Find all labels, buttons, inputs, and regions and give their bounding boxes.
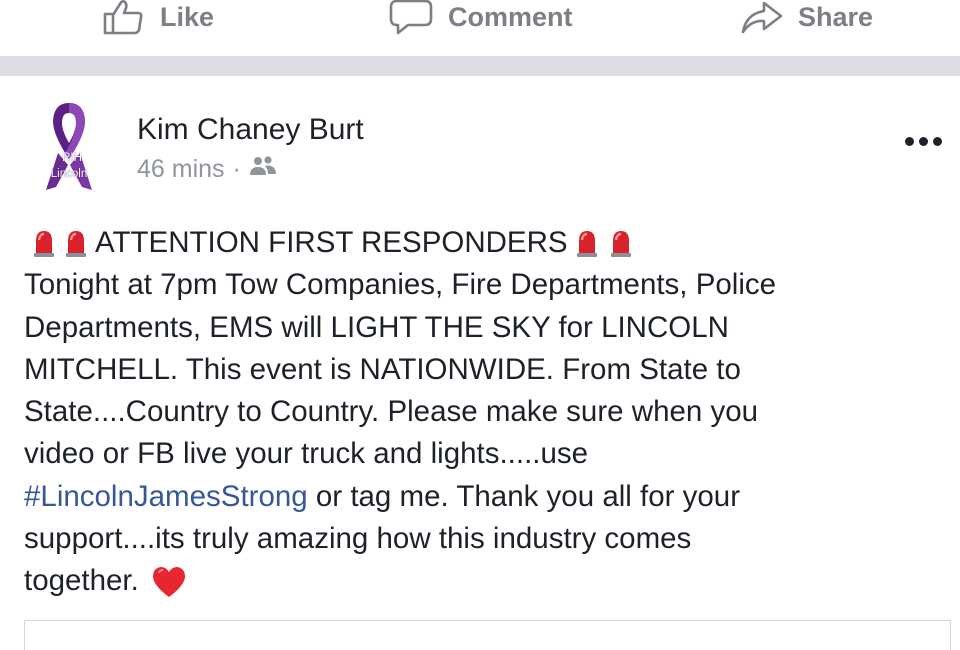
siren-emoji-icon	[608, 228, 634, 258]
post-headline: ATTENTION FIRST RESPONDERS	[24, 222, 924, 264]
dot-icon	[932, 136, 942, 146]
feed-divider	[0, 56, 960, 76]
comment-label: Comment	[448, 1, 573, 32]
like-label: Like	[160, 1, 215, 32]
body-text: or tag me. Thank you all for your	[307, 479, 741, 513]
body-line: Tonight at 7pm Tow Companies, Fire Depar…	[24, 268, 777, 302]
share-arrow-icon	[740, 0, 784, 35]
body-line-last: together.	[24, 560, 924, 602]
body-line-hashtag: #LincolnJamesStrong or tag me. Thank you…	[24, 476, 924, 518]
post-meta: 46 mins ·	[137, 155, 277, 184]
body-line: State....Country to Country. Please make…	[24, 395, 759, 429]
siren-emoji-icon	[63, 228, 89, 258]
dot-icon	[918, 136, 928, 146]
body-line: MITCHELL. This event is NATIONWIDE. From…	[24, 352, 741, 386]
speech-bubble-icon	[388, 0, 434, 36]
body-text: together.	[24, 564, 139, 598]
hashtag-link[interactable]: #LincolnJamesStrong	[24, 476, 308, 518]
avatar[interactable]: RIH Lincoln	[34, 95, 104, 195]
body-line: Departments, EMS will LIGHT THE SKY for …	[24, 310, 729, 344]
post-author-name[interactable]: Kim Chaney Burt	[137, 113, 364, 147]
comment-button[interactable]: Comment	[388, 0, 573, 36]
avatar-label-top: RIH	[62, 152, 82, 164]
more-options-button[interactable]	[898, 126, 948, 156]
red-heart-emoji-icon	[151, 565, 187, 599]
body-line: video or FB live your truck and lights..…	[24, 437, 589, 471]
post-body: ATTENTION FIRST RESPONDERS Tonight at 7p…	[24, 222, 924, 603]
post-timestamp[interactable]: 46 mins	[137, 155, 225, 184]
siren-emoji-icon	[574, 228, 600, 258]
like-button[interactable]: Like	[102, 0, 215, 35]
dot-icon	[904, 136, 914, 146]
headline-text: ATTENTION FIRST RESPONDERS	[95, 226, 568, 259]
share-label: Share	[798, 1, 874, 32]
body-line: support....its truly amazing how this in…	[24, 522, 692, 556]
share-button[interactable]: Share	[740, 0, 873, 34]
friends-icon[interactable]	[249, 155, 277, 184]
link-preview-card[interactable]	[24, 620, 951, 650]
thumbs-up-icon	[102, 0, 146, 35]
meta-separator: ·	[232, 155, 241, 183]
siren-emoji-icon	[31, 228, 57, 258]
avatar-label-bottom: Lincoln	[50, 168, 88, 180]
post-action-bar: Like Comment Share	[0, 0, 960, 56]
